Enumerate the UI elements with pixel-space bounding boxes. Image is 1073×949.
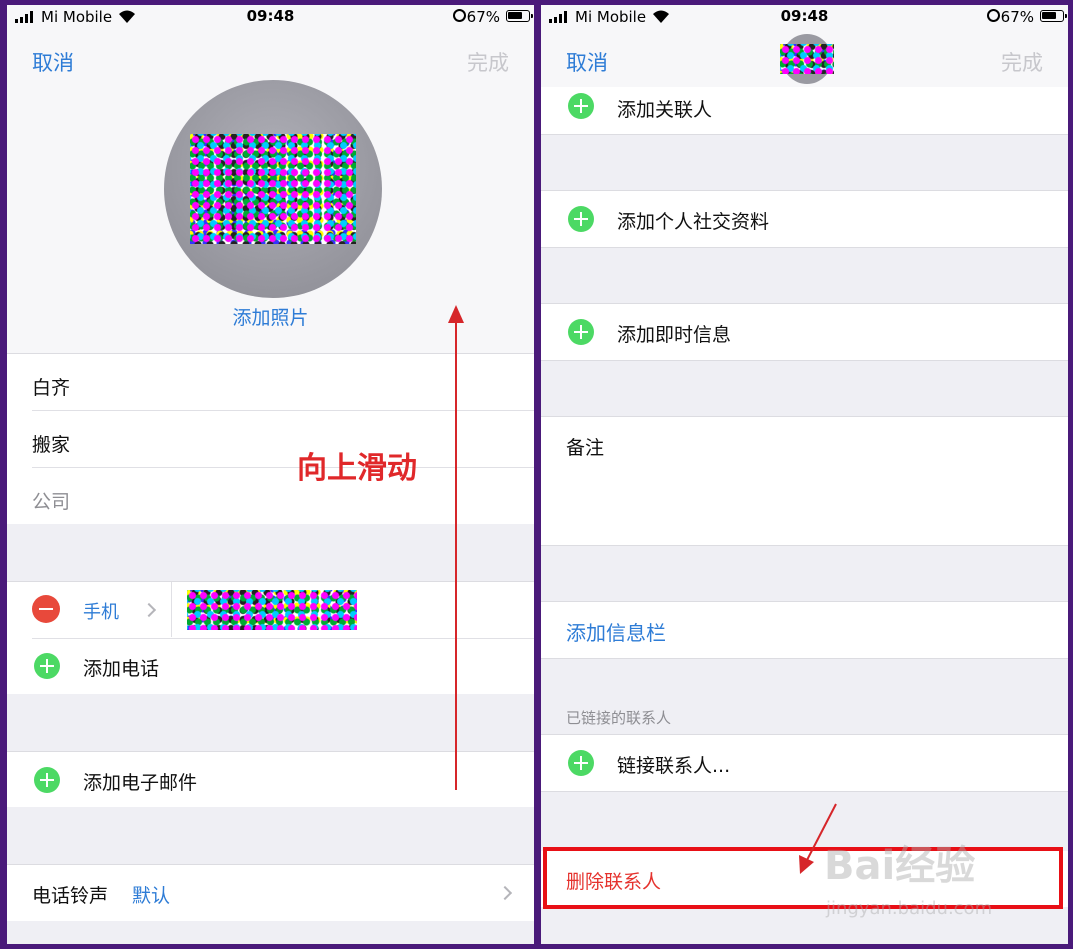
ringtone-value: 默认	[132, 885, 171, 907]
divider	[541, 360, 1068, 361]
first-name-field[interactable]: 白齐	[32, 373, 70, 400]
rotation-lock-icon	[987, 9, 1000, 22]
ringtone-label: 电话铃声	[32, 885, 109, 907]
avatar	[780, 34, 834, 84]
add-phone-button[interactable]: 添加电话	[83, 654, 159, 681]
add-related-label: 添加关联人	[617, 99, 713, 121]
remove-phone-icon[interactable]	[32, 595, 60, 623]
done-button[interactable]: 完成	[1001, 47, 1043, 77]
avatar[interactable]	[164, 80, 382, 298]
link-contact-row[interactable]: 链接联系人...	[541, 735, 1068, 791]
divider	[171, 582, 172, 637]
link-contact-icon	[568, 750, 594, 776]
swipe-up-arrow	[448, 305, 464, 790]
avatar-photo	[780, 44, 834, 74]
last-name-field[interactable]: 搬家	[32, 430, 70, 457]
watermark-logo: Bai经验	[824, 843, 976, 889]
rotation-lock-icon	[453, 9, 466, 22]
add-email-icon	[34, 767, 60, 793]
add-email-button[interactable]: 添加电子邮件	[83, 768, 197, 795]
left-screen: Mi Mobile 09:48 67% 取消 完成 添加照片 白齐 搬家 公司 …	[7, 5, 534, 944]
status-bar: Mi Mobile 09:48 67%	[541, 5, 1068, 29]
chevron-right-icon	[497, 885, 513, 901]
link-contact-label: 链接联系人...	[617, 755, 731, 777]
done-button[interactable]: 完成	[467, 47, 509, 77]
divider	[541, 791, 1068, 792]
linked-contacts-header: 已链接的联系人	[566, 709, 672, 727]
divider	[541, 658, 1068, 659]
notes-label: 备注	[566, 437, 605, 459]
watermark-url: jingyan.baidu.com	[826, 898, 993, 919]
add-im-label: 添加即时信息	[617, 324, 732, 346]
add-social-row[interactable]: 添加个人社交资料	[541, 191, 1068, 247]
add-related-row[interactable]: 添加关联人	[541, 87, 1068, 134]
notes-field[interactable]: 备注	[541, 417, 1068, 545]
add-field-button: 添加信息栏	[566, 621, 666, 645]
add-related-icon	[568, 93, 594, 119]
status-bar: Mi Mobile 09:48 67%	[7, 5, 534, 29]
add-field-row[interactable]: 添加信息栏	[541, 602, 1068, 658]
phone-label[interactable]: 手机	[83, 598, 119, 624]
battery-percent: 67%	[466, 8, 500, 26]
add-im-icon	[568, 319, 594, 345]
ringtone-row[interactable]: 电话铃声 默认	[7, 865, 534, 921]
company-field[interactable]: 公司	[32, 487, 70, 514]
battery-icon	[506, 10, 533, 22]
divider	[541, 545, 1068, 546]
cancel-button[interactable]: 取消	[32, 47, 74, 77]
chevron-right-icon	[141, 602, 157, 618]
phone-number-field[interactable]	[187, 590, 357, 630]
battery-percent: 67%	[1000, 8, 1034, 26]
avatar-photo	[190, 134, 356, 244]
divider	[541, 247, 1068, 248]
add-phone-icon	[34, 653, 60, 679]
battery-icon	[1040, 10, 1067, 22]
add-social-icon	[568, 206, 594, 232]
cancel-button[interactable]: 取消	[566, 47, 608, 77]
add-im-row[interactable]: 添加即时信息	[541, 304, 1068, 360]
swipe-annotation: 向上滑动	[297, 451, 417, 486]
divider	[541, 134, 1068, 135]
add-social-label: 添加个人社交资料	[617, 211, 770, 233]
right-screen: 添加关联人 Mi Mobile 09:48 67% 取消 完成 添加个人社交资料…	[541, 5, 1068, 944]
